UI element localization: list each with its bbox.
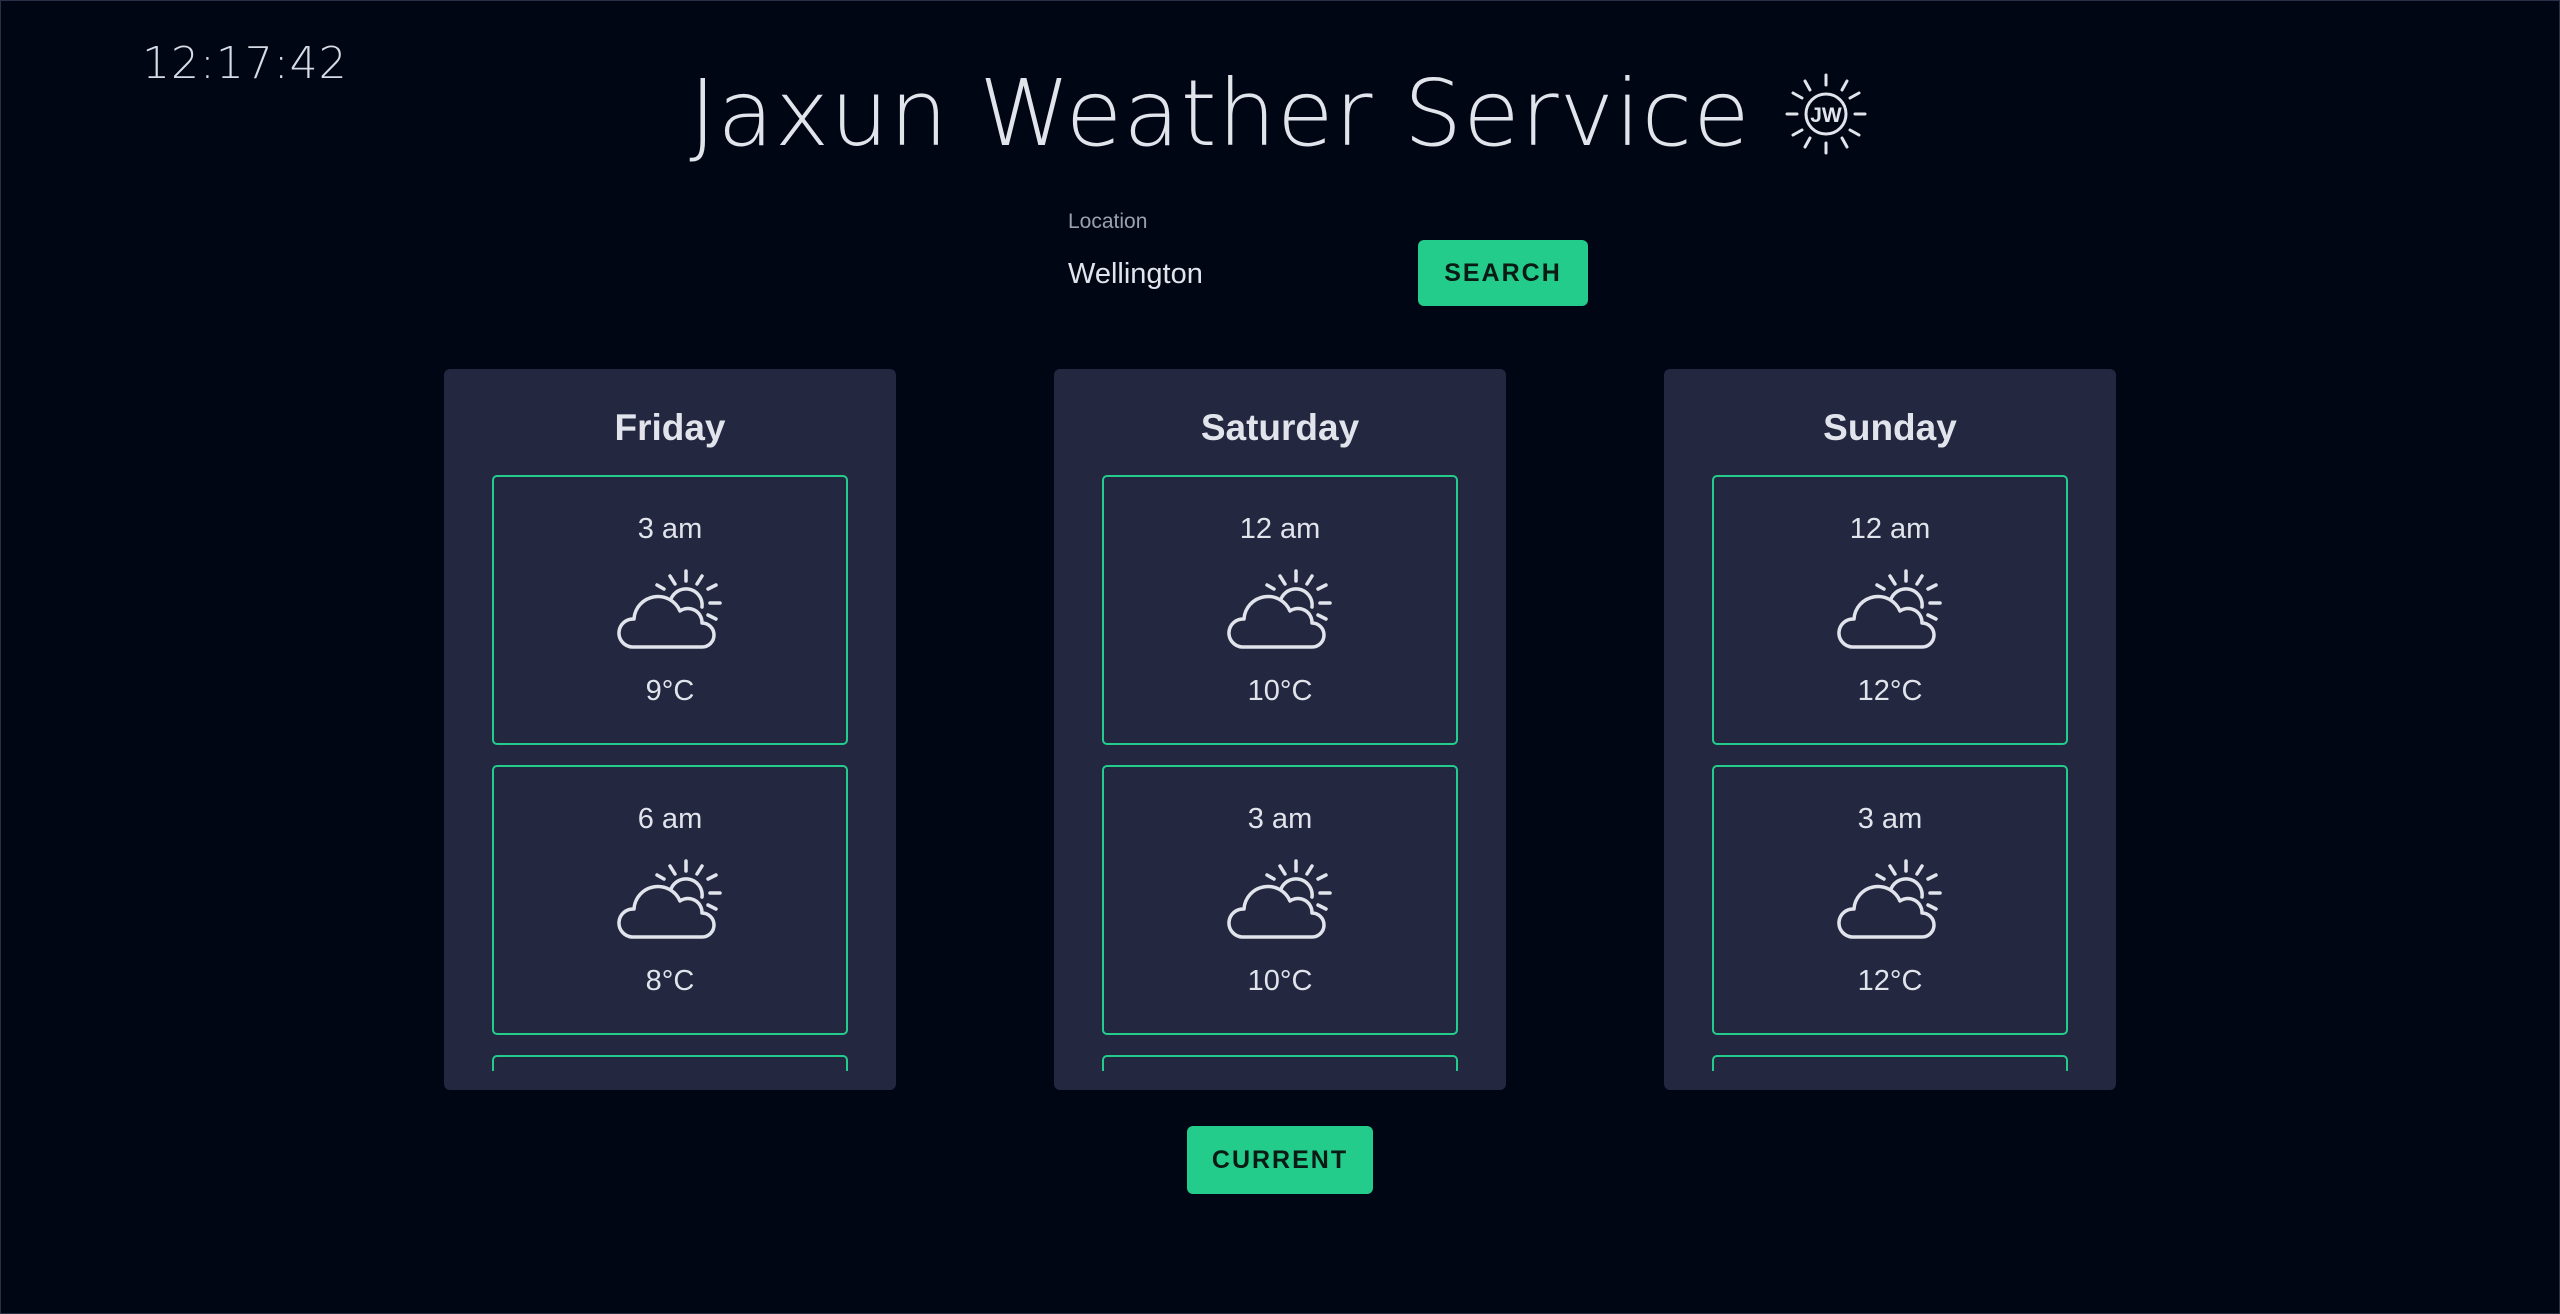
sun-logo-icon: JW — [1781, 69, 1871, 159]
day-title: Saturday — [1200, 407, 1360, 448]
forecast-slot: 6 am 8°C — [492, 765, 848, 1035]
partly-cloudy-icon — [614, 853, 726, 941]
forecast-slot-list[interactable]: 12 am 12°C 3 am 12°C — [1712, 475, 2068, 1071]
page-title: Jaxun Weather Service — [689, 60, 1751, 167]
partly-cloudy-icon — [1834, 853, 1946, 941]
search-button[interactable]: SEARCH — [1418, 240, 1588, 306]
slot-time: 6 am — [637, 803, 703, 835]
slot-time: 3 am — [637, 513, 703, 545]
slot-temperature: 10°C — [1247, 965, 1313, 997]
header: Jaxun Weather Service JW — [0, 68, 2560, 160]
partly-cloudy-icon — [614, 563, 726, 651]
forecast-slot-list[interactable]: 12 am 10°C 3 am 10°C — [1102, 475, 1458, 1071]
partly-cloudy-icon — [1224, 853, 1336, 941]
day-card-sunday: Sunday 12 am 12°C 3 am 12°C — [1664, 369, 2116, 1090]
forecast-slot: 3 am 9°C — [492, 475, 848, 745]
day-card-saturday: Saturday 12 am 10°C 3 am 10°C — [1054, 369, 1506, 1090]
slot-temperature: 12°C — [1857, 675, 1923, 707]
location-input[interactable] — [1068, 252, 1388, 296]
search-form: Location SEARCH — [1068, 208, 1588, 308]
forecast-slot: 3 am 12°C — [1712, 765, 2068, 1035]
slot-time: 3 am — [1857, 803, 1923, 835]
current-button[interactable]: CURRENT — [1187, 1126, 1373, 1194]
slot-time: 3 am — [1247, 803, 1313, 835]
day-title: Friday — [614, 407, 726, 448]
partly-cloudy-icon — [1834, 563, 1946, 651]
forecast-slot: 3 am 10°C — [1102, 765, 1458, 1035]
slot-time: 12 am — [1239, 513, 1321, 545]
logo-text: JW — [1810, 104, 1842, 127]
slot-temperature: 8°C — [645, 965, 695, 997]
forecast-slot: 12 am 10°C — [1102, 475, 1458, 745]
partly-cloudy-icon — [1224, 563, 1336, 651]
day-title: Sunday — [1823, 407, 1957, 448]
forecast-slot-list[interactable]: 3 am 9°C 6 am 8°C — [492, 475, 848, 1071]
slot-time: 12 am — [1849, 513, 1931, 545]
slot-temperature: 12°C — [1857, 965, 1923, 997]
location-label: Location — [1068, 210, 1148, 233]
forecast-slot-partial — [492, 1055, 848, 1071]
slot-temperature: 10°C — [1247, 675, 1313, 707]
slot-temperature: 9°C — [645, 675, 695, 707]
forecast-slot: 12 am 12°C — [1712, 475, 2068, 745]
day-card-friday: Friday 3 am 9°C 6 am 8°C — [444, 369, 896, 1090]
forecast-slot-partial — [1102, 1055, 1458, 1071]
forecast-slot-partial — [1712, 1055, 2068, 1071]
